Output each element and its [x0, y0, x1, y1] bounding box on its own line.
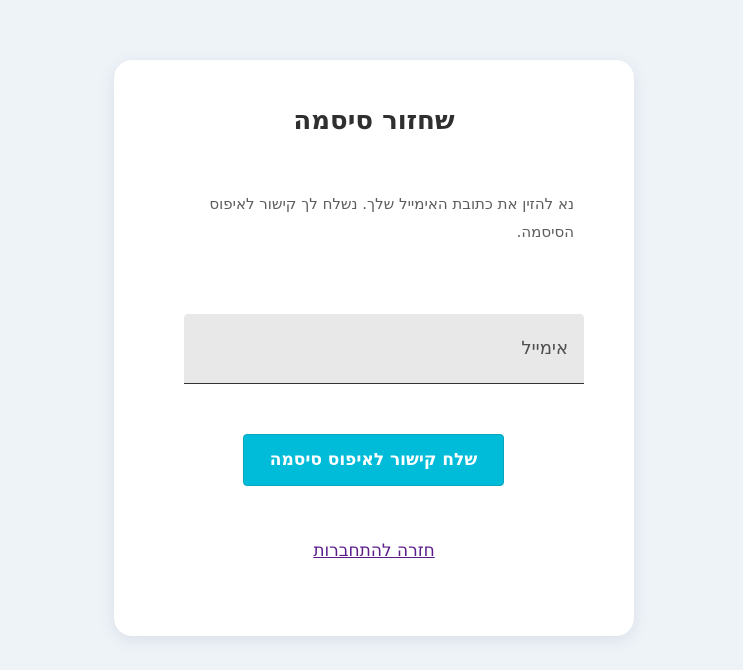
instructions-text: נא להזין את כתובת האימייל שלך. נשלח לך ק…: [209, 195, 574, 241]
email-field[interactable]: [184, 314, 584, 384]
back-to-login-link[interactable]: חזרה להתחברות: [114, 538, 634, 564]
page-title: שחזור סיסמה: [293, 106, 455, 136]
password-reset-card: שחזור סיסמה נא להזין את כתובת האימייל של…: [114, 60, 634, 636]
send-reset-link-button[interactable]: שלח קישור לאיפוס סיסמה: [243, 434, 504, 486]
